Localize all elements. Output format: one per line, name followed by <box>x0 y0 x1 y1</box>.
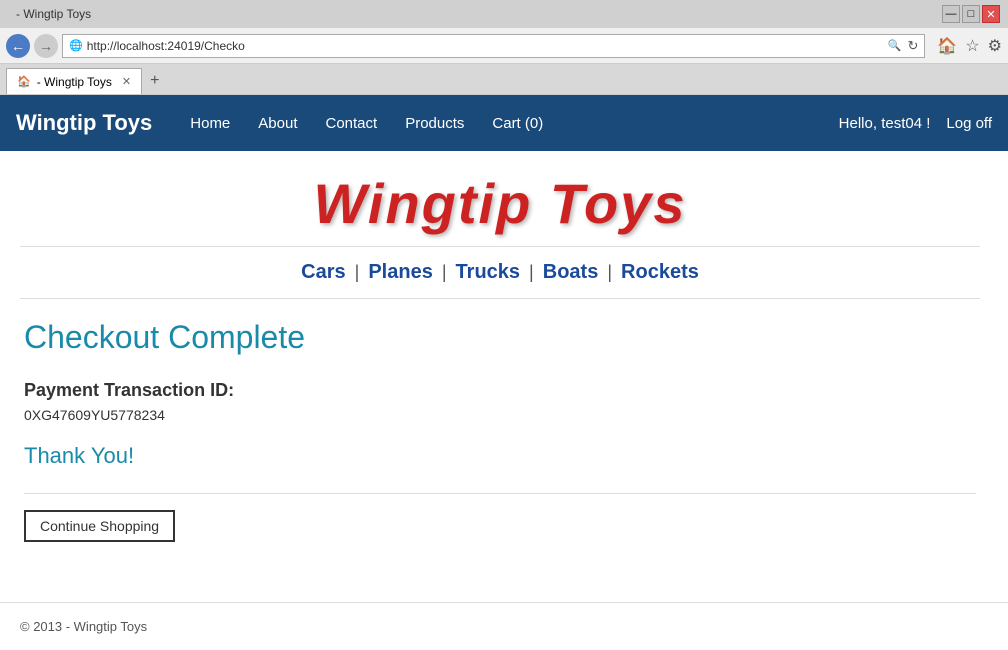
new-tab-button[interactable]: + <box>144 68 165 94</box>
transaction-id: 0XG47609YU5778234 <box>24 407 976 423</box>
sep-4: | <box>607 262 612 282</box>
category-boats[interactable]: Boats <box>543 261 599 283</box>
maximize-button[interactable]: □ <box>962 5 980 23</box>
checkout-title: Checkout Complete <box>24 319 976 356</box>
sep-2: | <box>442 262 447 282</box>
sep-3: | <box>529 262 534 282</box>
logo-area: Wingtip Toys <box>20 151 980 247</box>
toolbar-icons: 🏠 ☆ ⚙ <box>937 36 1002 56</box>
address-icon: 🌐 <box>69 39 83 52</box>
browser-chrome: - Wingtip Toys — □ ✕ ← → 🌐 http://localh… <box>0 0 1008 95</box>
tab-title: - Wingtip Toys <box>37 75 112 89</box>
minimize-button[interactable]: — <box>942 5 960 23</box>
main-content: Wingtip Toys Cars | Planes | Trucks | Bo… <box>0 151 1000 562</box>
nav-about[interactable]: About <box>244 95 311 151</box>
category-trucks[interactable]: Trucks <box>456 261 520 283</box>
refresh-button[interactable]: ↻ <box>907 38 918 54</box>
site-nav: Wingtip Toys Home About Contact Products… <box>0 95 1008 151</box>
checkout-section: Checkout Complete Payment Transaction ID… <box>20 299 980 562</box>
category-planes[interactable]: Planes <box>368 261 432 283</box>
sep-1: | <box>355 262 360 282</box>
site-footer: © 2013 - Wingtip Toys <box>0 602 1008 650</box>
site-brand[interactable]: Wingtip Toys <box>16 110 152 136</box>
nav-right: Hello, test04 ! Log off <box>839 115 992 132</box>
nav-contact[interactable]: Contact <box>311 95 391 151</box>
close-button[interactable]: ✕ <box>982 5 1000 23</box>
active-tab[interactable]: 🏠 - Wingtip Toys ✕ <box>6 68 142 94</box>
nav-home[interactable]: Home <box>176 95 244 151</box>
nav-cart[interactable]: Cart (0) <box>478 95 557 151</box>
tab-close-button[interactable]: ✕ <box>122 75 131 88</box>
nav-bar: ← → 🌐 http://localhost:24019/Checko 🔍 ↻ … <box>0 28 1008 64</box>
window-title: - Wingtip Toys <box>16 7 91 21</box>
address-text: http://localhost:24019/Checko <box>87 39 888 53</box>
address-bar[interactable]: 🌐 http://localhost:24019/Checko 🔍 ↻ <box>62 34 925 58</box>
divider <box>24 493 976 494</box>
payment-label: Payment Transaction ID: <box>24 380 976 401</box>
user-greeting: Hello, test04 ! <box>839 115 931 132</box>
log-off-link[interactable]: Log off <box>946 115 992 132</box>
footer-text: © 2013 - Wingtip Toys <box>20 619 147 634</box>
nav-links: Home About Contact Products Cart (0) <box>176 95 838 151</box>
category-links: Cars | Planes | Trucks | Boats | Rockets <box>20 247 980 299</box>
forward-button[interactable]: → <box>34 34 58 58</box>
site-logo: Wingtip Toys <box>20 171 980 236</box>
title-bar: - Wingtip Toys — □ ✕ <box>0 0 1008 28</box>
tab-bar: 🏠 - Wingtip Toys ✕ + <box>0 64 1008 94</box>
star-icon[interactable]: ☆ <box>965 36 979 56</box>
tab-favicon: 🏠 <box>17 75 31 88</box>
continue-shopping-button[interactable]: Continue Shopping <box>24 510 175 542</box>
page: Wingtip Toys Home About Contact Products… <box>0 95 1008 650</box>
settings-icon[interactable]: ⚙ <box>988 36 1002 56</box>
category-rockets[interactable]: Rockets <box>621 261 699 283</box>
nav-products[interactable]: Products <box>391 95 478 151</box>
home-icon[interactable]: 🏠 <box>937 36 957 56</box>
search-icon: 🔍 <box>888 39 902 52</box>
back-button[interactable]: ← <box>6 34 30 58</box>
thank-you-text: Thank You! <box>24 443 976 469</box>
category-cars[interactable]: Cars <box>301 261 345 283</box>
window-controls: — □ ✕ <box>942 5 1000 23</box>
